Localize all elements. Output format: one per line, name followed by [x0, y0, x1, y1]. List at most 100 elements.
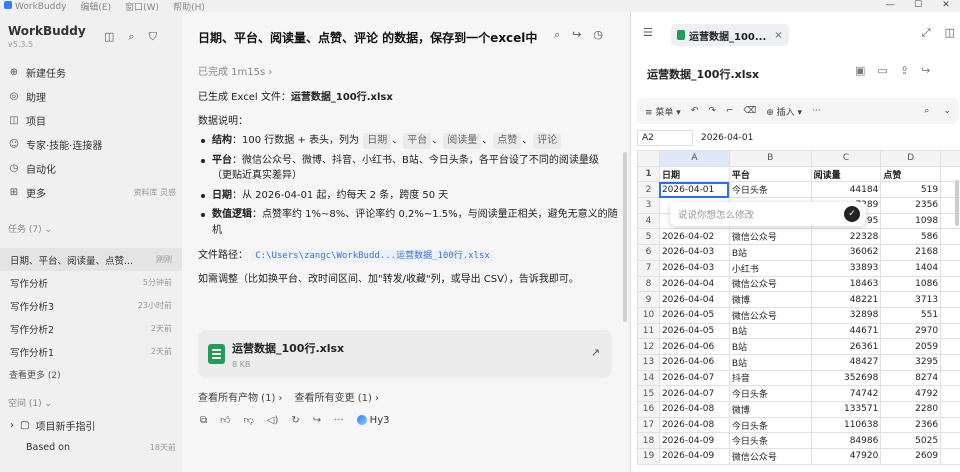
- task-item[interactable]: 写作分析1 2天前: [0, 340, 182, 363]
- expand-icon[interactable]: ⤢: [922, 26, 931, 40]
- row-number[interactable]: 13: [637, 353, 660, 371]
- show-more-link[interactable]: 查看更多 (2): [9, 368, 61, 381]
- table-cell[interactable]: 2026-04-05: [658, 322, 730, 340]
- row-number[interactable]: 5: [637, 228, 660, 246]
- table-cell[interactable]: 1098: [880, 212, 942, 230]
- table-cell[interactable]: 2026-04-03: [658, 259, 730, 277]
- table-cell[interactable]: 2026-04-08: [658, 416, 730, 434]
- nav-assistant[interactable]: ◎ 助理: [8, 84, 176, 108]
- table-cell[interactable]: [940, 291, 960, 308]
- table-cell[interactable]: B站: [728, 338, 812, 355]
- table-cell[interactable]: 2026-04-02: [658, 228, 730, 246]
- table-cell[interactable]: 2026-04-09: [658, 432, 730, 450]
- table-cell[interactable]: 2168: [880, 244, 942, 261]
- table-cell[interactable]: [940, 401, 960, 418]
- table-cell[interactable]: 2059: [880, 338, 942, 355]
- table-cell[interactable]: 2026-04-04: [658, 275, 730, 293]
- table-cell[interactable]: 8274: [880, 369, 942, 387]
- header-cell[interactable]: 点赞: [880, 165, 942, 183]
- row-number[interactable]: 15: [637, 385, 660, 402]
- search-icon[interactable]: ⌕: [554, 28, 560, 42]
- thumbs-up-icon[interactable]: 👍︎: [220, 414, 230, 426]
- file-card[interactable]: 运营数据_100行.xlsx 8 KB ↗: [198, 330, 612, 378]
- task-item[interactable]: 日期、平台、阅读量、点赞... 刚刚: [0, 248, 182, 271]
- search-icon[interactable]: ⌕: [924, 106, 929, 116]
- table-cell[interactable]: 2026-04-01: [658, 181, 730, 199]
- row-number[interactable]: 16: [637, 401, 660, 418]
- undo-icon[interactable]: ↶: [691, 106, 699, 116]
- table-cell[interactable]: 32898: [810, 306, 882, 324]
- row-number[interactable]: 17: [637, 416, 660, 434]
- model-badge[interactable]: Hy3: [356, 415, 389, 426]
- table-cell[interactable]: 微信公众号: [728, 448, 812, 465]
- cell-reference[interactable]: A2: [637, 130, 693, 146]
- table-cell[interactable]: 18463: [810, 275, 882, 293]
- row-number[interactable]: 7: [637, 259, 660, 277]
- table-cell[interactable]: 微博: [728, 401, 812, 418]
- sheet-scrollbar[interactable]: [955, 180, 959, 226]
- table-cell[interactable]: 抖音: [728, 369, 812, 387]
- table-cell[interactable]: 133571: [810, 401, 882, 418]
- table-cell[interactable]: 2026-04-04: [658, 291, 730, 308]
- table-cell[interactable]: [940, 259, 960, 277]
- table-cell[interactable]: [940, 228, 960, 246]
- speaker-icon[interactable]: ◁): [267, 415, 279, 426]
- menu-icon[interactable]: ☰: [643, 26, 653, 39]
- row-number[interactable]: 10: [637, 306, 660, 324]
- table-cell[interactable]: [940, 322, 960, 340]
- table-cell[interactable]: 今日头条: [728, 385, 812, 402]
- table-cell[interactable]: B站: [728, 322, 812, 340]
- task-item[interactable]: 写作分析2 2天前: [0, 317, 182, 340]
- table-cell[interactable]: 84986: [810, 432, 882, 450]
- table-cell[interactable]: 74742: [810, 385, 882, 402]
- table-cell[interactable]: 微信公众号: [728, 275, 812, 293]
- nav-project[interactable]: ◫ 项目: [8, 108, 176, 132]
- redo-icon[interactable]: ↷: [708, 106, 716, 116]
- open-external-icon[interactable]: ↗: [591, 346, 600, 359]
- table-cell[interactable]: 44671: [810, 322, 882, 340]
- col-header[interactable]: C: [810, 150, 882, 167]
- more-dots-icon[interactable]: ···: [812, 106, 821, 116]
- table-cell[interactable]: 今日头条: [728, 181, 812, 199]
- chevron-down-icon[interactable]: ⌄: [943, 106, 951, 116]
- task-item[interactable]: 写作分析 5分钟前: [0, 271, 182, 294]
- table-cell[interactable]: 2026-04-08: [658, 401, 730, 418]
- nav-more[interactable]: ⊞ 更多 资料库 灵感: [8, 180, 176, 204]
- menu-window[interactable]: 窗口(W): [125, 0, 159, 13]
- table-cell[interactable]: 48427: [810, 353, 882, 371]
- close-icon[interactable]: ✕: [932, 0, 960, 12]
- table-cell[interactable]: 2366: [880, 416, 942, 434]
- insert-dropdown[interactable]: ⊕ 插入 ▾: [766, 105, 802, 118]
- nav-more-extra[interactable]: 资料库 灵感: [133, 187, 176, 198]
- space-header[interactable]: 空间 (1) ⌄: [8, 396, 52, 409]
- table-cell[interactable]: 3295: [880, 353, 942, 371]
- row-number[interactable]: 19: [637, 448, 660, 465]
- share-icon[interactable]: ↪: [572, 28, 581, 42]
- table-cell[interactable]: 3713: [880, 291, 942, 308]
- completion-status[interactable]: 已完成 1m15s ›: [198, 63, 272, 78]
- table-cell[interactable]: [940, 369, 960, 387]
- row-number[interactable]: 1: [637, 165, 660, 183]
- table-cell[interactable]: 2026-04-09: [658, 448, 730, 465]
- table-cell[interactable]: [940, 306, 960, 324]
- row-number[interactable]: 14: [637, 369, 660, 387]
- maximize-icon[interactable]: ☐: [904, 0, 932, 12]
- file-path-link[interactable]: C:\Users\zangc\WorkBudd...运营数据_100行.xlsx: [251, 250, 494, 262]
- table-cell[interactable]: 微博: [728, 291, 812, 308]
- table-cell[interactable]: B站: [728, 244, 812, 261]
- table-cell[interactable]: 110638: [810, 416, 882, 434]
- table-cell[interactable]: 48221: [810, 291, 882, 308]
- view-artifacts-link[interactable]: 查看所有产物 (1) ›: [198, 389, 283, 404]
- retry-icon[interactable]: ↻: [291, 415, 299, 426]
- table-cell[interactable]: 551: [880, 306, 942, 324]
- nav-automation[interactable]: ◷ 自动化: [8, 156, 176, 180]
- table-cell[interactable]: [940, 353, 960, 371]
- table-cell[interactable]: 2026-04-07: [658, 385, 730, 402]
- table-cell[interactable]: 47920: [810, 448, 882, 465]
- task-item[interactable]: 写作分析3 23小时前: [0, 294, 182, 317]
- table-cell[interactable]: 4792: [880, 385, 942, 402]
- table-cell[interactable]: 44184: [810, 181, 882, 199]
- table-cell[interactable]: 2280: [880, 401, 942, 418]
- table-cell[interactable]: 2026-04-03: [658, 244, 730, 261]
- row-number[interactable]: 11: [637, 322, 660, 340]
